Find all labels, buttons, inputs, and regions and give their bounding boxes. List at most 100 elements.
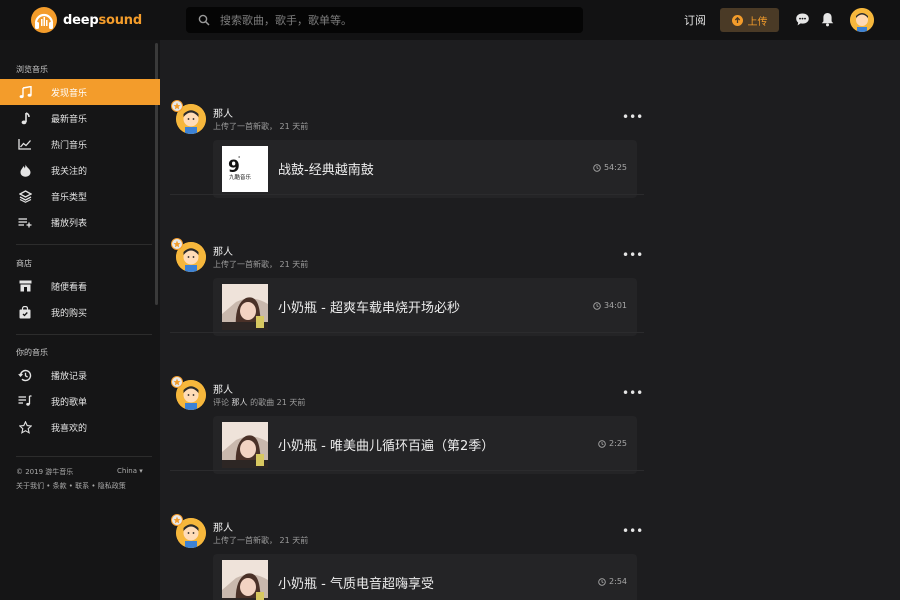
shopping-bag-icon (18, 305, 32, 319)
sidebar-item-label: 播放记录 (51, 371, 88, 382)
bell-icon[interactable] (821, 12, 834, 27)
track-card[interactable]: 9 ° 九酷音乐 战鼓-经典越南鼓 54:25 (213, 140, 637, 198)
post-meta: 评论 那人 的歌曲 21 天前 (213, 398, 306, 407)
sidebar-divider (16, 244, 152, 245)
clock-icon (598, 577, 606, 586)
user-avatar[interactable] (850, 8, 874, 32)
post-username[interactable]: 那人 (213, 381, 233, 396)
feed-post: 那人 上传了一首新歌， 21 天前 ••• 小奶瓶 - 气质电音超嗨享受 2:5… (170, 482, 644, 600)
user-badge-icon (171, 376, 183, 388)
sidebar-item-label: 我的购买 (51, 308, 88, 319)
track-title[interactable]: 战鼓-经典越南鼓 (278, 159, 374, 178)
subscribe-link[interactable]: 订阅 (684, 12, 706, 28)
sidebar-item-latest[interactable]: 最新音乐 (0, 105, 160, 131)
post-meta: 上传了一首新歌， 21 天前 (213, 260, 309, 269)
more-options-icon[interactable]: ••• (622, 524, 643, 538)
region-selector[interactable]: China ▾ (117, 467, 143, 475)
user-badge-icon (171, 100, 183, 112)
star-icon (18, 420, 32, 434)
sidebar-item-label: 最新音乐 (51, 114, 88, 125)
post-divider (170, 332, 644, 333)
clock-icon (593, 163, 601, 172)
music-note-icon (18, 85, 32, 99)
sidebar-item-label: 我喜欢的 (51, 423, 88, 434)
search-bar[interactable] (186, 7, 583, 33)
upload-button[interactable]: 上传 (720, 8, 779, 32)
footer-links[interactable]: 关于我们 • 条款 • 联系 • 隐私政策 (16, 481, 126, 491)
sidebar-item-label: 发现音乐 (51, 88, 88, 99)
feed-post: 那人 上传了一首新歌， 21 天前 ••• 小奶瓶 - 超爽车载串烧开场必秒 3… (170, 206, 644, 344)
history-icon (18, 368, 32, 382)
feed-post: 那人 上传了一首新歌， 21 天前 ••• 9 ° 九酷音乐 战鼓-经典越南鼓 54… (170, 68, 644, 206)
track-cover[interactable]: 9 ° 九酷音乐 (222, 146, 268, 192)
sidebar-item-favorites[interactable]: 我喜欢的 (0, 414, 160, 440)
track-cover[interactable] (222, 560, 268, 600)
sidebar-item-label: 我的歌单 (51, 397, 88, 408)
sidebar-section-store: 商店 (16, 259, 32, 268)
track-title[interactable]: 小奶瓶 - 唯美曲儿循环百遍（第2季） (278, 435, 494, 454)
brand-logo[interactable]: deepsound (30, 6, 142, 34)
sidebar-item-label: 播放列表 (51, 218, 88, 229)
post-meta: 上传了一首新歌， 21 天前 (213, 536, 309, 545)
store-icon (18, 279, 32, 293)
sidebar-item-browse-store[interactable]: 随便看看 (0, 273, 160, 299)
search-icon (198, 14, 210, 26)
fire-drop-icon (18, 163, 32, 177)
layers-icon (18, 189, 32, 203)
sidebar-item-trending[interactable]: 热门音乐 (0, 131, 160, 157)
sidebar-item-discover[interactable]: 发现音乐 (0, 79, 160, 105)
more-options-icon[interactable]: ••• (622, 386, 643, 400)
playlist-add-icon (18, 215, 32, 229)
track-duration: 2:54 (598, 577, 627, 586)
single-note-icon (18, 111, 32, 125)
footer-copyright: © 2019 游牛音乐 (16, 468, 74, 476)
post-username[interactable]: 那人 (213, 105, 233, 120)
post-meta: 上传了一首新歌， 21 天前 (213, 122, 309, 131)
track-cover[interactable] (222, 422, 268, 468)
sidebar-item-label: 热门音乐 (51, 140, 88, 151)
track-duration: 34:01 (593, 301, 627, 310)
sidebar-section-browse: 浏览音乐 (16, 65, 48, 74)
track-card[interactable]: 小奶瓶 - 气质电音超嗨享受 2:54 (213, 554, 637, 600)
upload-label: 上传 (747, 16, 768, 28)
queue-music-icon (18, 394, 32, 408)
post-divider (170, 194, 644, 195)
track-card[interactable]: 小奶瓶 - 超爽车载串烧开场必秒 34:01 (213, 278, 637, 336)
track-cover[interactable] (222, 284, 268, 330)
more-options-icon[interactable]: ••• (622, 248, 643, 262)
track-title[interactable]: 小奶瓶 - 气质电音超嗨享受 (278, 573, 434, 592)
track-duration: 2:25 (598, 439, 627, 448)
clock-icon (598, 439, 606, 448)
sidebar-divider (16, 334, 152, 335)
sidebar-item-my-playlists[interactable]: 我的歌单 (0, 388, 160, 414)
sidebar-item-label: 我关注的 (51, 166, 88, 177)
post-username[interactable]: 那人 (213, 519, 233, 534)
headphones-logo-icon (30, 6, 58, 34)
svg-text:九酷音乐: 九酷音乐 (229, 173, 252, 181)
top-bar: deepsound 订阅 上传 (0, 0, 900, 40)
upload-icon (731, 14, 743, 26)
sidebar-section-your-music: 你的音乐 (16, 348, 48, 357)
brand-name: deepsound (63, 12, 142, 28)
chat-bubble-icon[interactable] (795, 12, 810, 27)
track-title[interactable]: 小奶瓶 - 超爽车载串烧开场必秒 (278, 297, 460, 316)
sidebar-item-history[interactable]: 播放记录 (0, 362, 160, 388)
user-badge-icon (171, 514, 183, 526)
post-divider (170, 470, 644, 471)
sidebar-divider (16, 456, 152, 457)
sidebar-item-playlists[interactable]: 播放列表 (0, 209, 160, 235)
track-card[interactable]: 小奶瓶 - 唯美曲儿循环百遍（第2季） 2:25 (213, 416, 637, 474)
sidebar-item-label: 随便看看 (51, 282, 88, 293)
user-badge-icon (171, 238, 183, 250)
track-duration: 54:25 (593, 163, 627, 172)
search-input[interactable] (220, 13, 560, 27)
sidebar-item-following[interactable]: 我关注的 (0, 157, 160, 183)
clock-icon (593, 301, 601, 310)
feed-post: 那人 评论 那人 的歌曲 21 天前 ••• 小奶瓶 - 唯美曲儿循环百遍（第2… (170, 344, 644, 482)
sidebar-item-genres[interactable]: 音乐类型 (0, 183, 160, 209)
more-options-icon[interactable]: ••• (622, 110, 643, 124)
post-username[interactable]: 那人 (213, 243, 233, 258)
sidebar-item-label: 音乐类型 (51, 192, 88, 203)
sidebar-item-purchases[interactable]: 我的购买 (0, 299, 160, 325)
trending-chart-icon (18, 137, 32, 151)
